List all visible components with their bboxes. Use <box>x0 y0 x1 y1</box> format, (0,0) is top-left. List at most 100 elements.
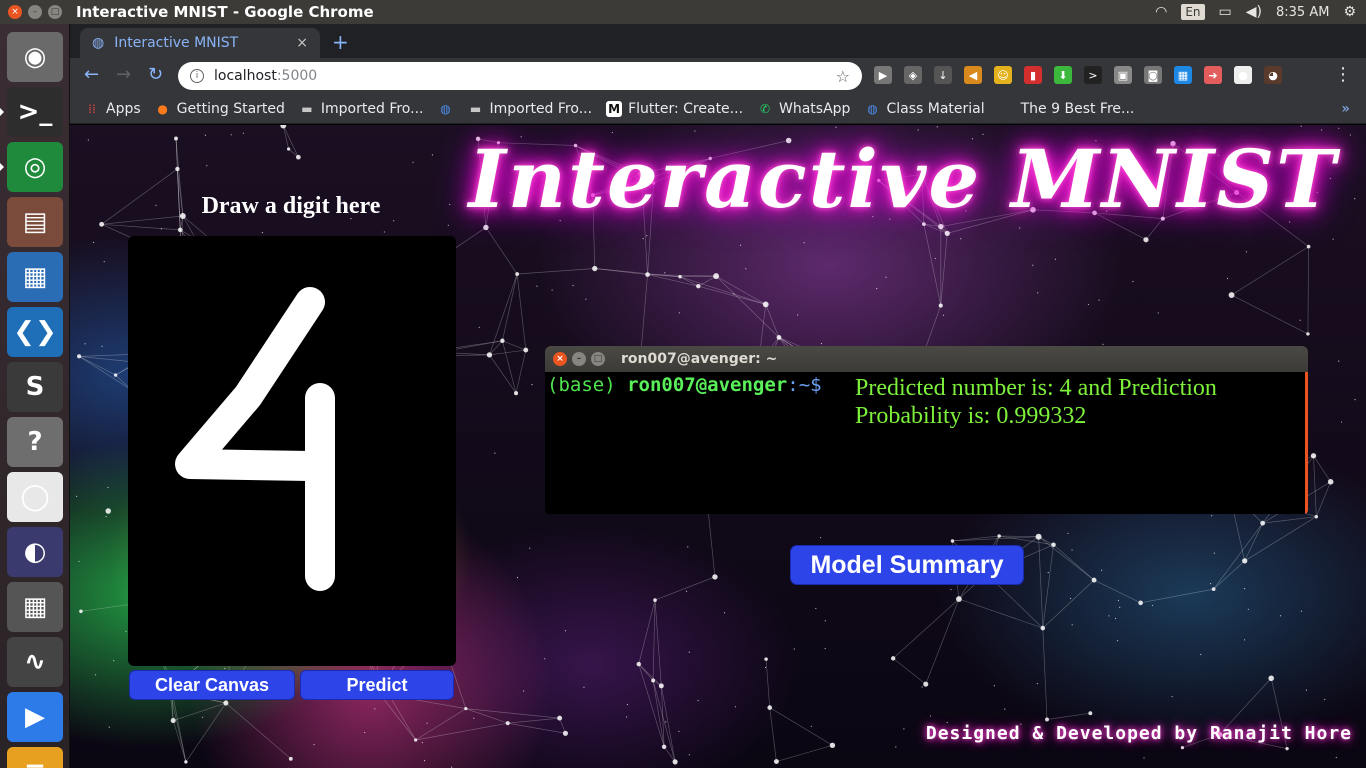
face-ext-icon[interactable]: ☺ <box>994 66 1012 84</box>
site-icon <box>999 101 1015 117</box>
launcher-chrome-icon[interactable]: ◎ <box>7 142 63 192</box>
launcher-app-circle-icon[interactable]: ◯ <box>7 472 63 522</box>
tab-close-icon[interactable]: × <box>296 35 308 51</box>
bookmark-item[interactable]: The 9 Best Fre... <box>999 101 1135 117</box>
globe-icon: ◍ <box>867 101 878 116</box>
clear-canvas-button[interactable]: Clear Canvas <box>129 670 295 700</box>
launcher-files-icon[interactable]: ▤ <box>7 197 63 247</box>
ubuntu-launcher: ◉>_◎▤▦❮❯S?◯◐▦∿▶≡ <box>0 24 70 768</box>
folder-icon: ▬ <box>469 101 482 116</box>
cast-ext-icon[interactable]: ➜ <box>1204 66 1222 84</box>
keyboard-language-indicator[interactable]: En <box>1181 4 1205 20</box>
play-ext-icon[interactable]: ▶ <box>874 66 892 84</box>
whatsapp-icon: ✆ <box>759 101 771 116</box>
bookmark-item[interactable]: ▬ Imported Fro... <box>467 101 592 117</box>
chrome-menu-icon[interactable]: ⋮ <box>1334 64 1352 85</box>
terminal-title: ron007@avenger: ~ <box>621 351 778 367</box>
launcher-writer-icon[interactable]: ▦ <box>7 252 63 302</box>
back-button[interactable]: ← <box>84 64 99 85</box>
prediction-output: Predicted number is: 4 and Prediction Pr… <box>855 375 1217 429</box>
prompt-env: (base) <box>547 374 616 396</box>
page-content: Interactive MNIST Draw a digit here Clea… <box>70 125 1366 768</box>
model-summary-button[interactable]: Model Summary <box>790 545 1024 585</box>
bookmark-item[interactable]: ● Getting Started <box>155 101 285 117</box>
window-maximize-button[interactable]: □ <box>48 5 62 19</box>
browser-tab-strip: ◍ Interactive MNIST × + <box>70 24 1366 58</box>
wifi-icon[interactable]: ◠ <box>1155 4 1167 20</box>
drawing-canvas[interactable] <box>128 236 456 666</box>
bookmark-item[interactable]: ◍ <box>437 101 453 117</box>
medium-icon: M <box>606 100 623 117</box>
launcher-monitor-icon[interactable]: ∿ <box>7 637 63 687</box>
globe-icon: ◍ <box>92 35 105 51</box>
launcher-vscode-icon[interactable]: ❮❯ <box>7 307 63 357</box>
credit-text: Designed & Developed by Ranajit Hore <box>925 723 1352 744</box>
bookmark-star-icon[interactable]: ☆ <box>836 67 850 86</box>
tab-interactive-mnist[interactable]: ◍ Interactive MNIST × <box>80 28 320 58</box>
new-tab-button[interactable]: + <box>332 30 349 54</box>
battery-icon[interactable]: ▭ <box>1219 4 1232 20</box>
camera-ext-icon[interactable]: ◙ <box>1144 66 1162 84</box>
extensions-bar: ▶ ◈ ↓ ◀ ☺ ▮ ⬇ > ▣ ◙ ▦ ➜ ● ◕ <box>874 66 1282 84</box>
terminal-prompt: (base) ron007@avenger:~$ <box>547 374 822 396</box>
bookmark-label: Flutter: Create... <box>628 100 744 117</box>
launcher-eclipse-icon[interactable]: ◐ <box>7 527 63 577</box>
window-close-button[interactable]: × <box>8 5 22 19</box>
bookmark-label: Apps <box>106 100 141 117</box>
reload-button[interactable]: ↻ <box>148 64 163 85</box>
address-bar[interactable]: i localhost:5000 ☆ <box>178 62 862 90</box>
volume-icon[interactable]: ◀) <box>1246 4 1262 20</box>
launcher-help-icon[interactable]: ? <box>7 417 63 467</box>
site-info-icon[interactable]: i <box>190 69 204 83</box>
firefox-icon: ● <box>157 101 168 116</box>
apps-grid-icon: ⁞⁞ <box>88 101 96 116</box>
green-arrow-ext-icon[interactable]: ⬇ <box>1054 66 1072 84</box>
window-minimize-button[interactable]: – <box>28 5 42 19</box>
terminal-maximize-button[interactable]: □ <box>591 352 605 366</box>
terminal-window: × – □ ron007@avenger: ~ (base) ron007@av… <box>545 346 1308 514</box>
page-title: Interactive MNIST <box>468 132 1338 226</box>
browser-toolbar: ← → ↻ i localhost:5000 ☆ ▶ ◈ ↓ ◀ ☺ ▮ ⬇ > ▣ ◙ ▦ ➜ ● ◕ … <box>70 58 1366 94</box>
launcher-sublime-icon[interactable]: S <box>7 362 63 412</box>
running-indicator <box>0 163 4 171</box>
terminal-close-button[interactable]: × <box>553 352 567 366</box>
image-ext-icon[interactable]: ▣ <box>1114 66 1132 84</box>
terminal-body[interactable]: (base) ron007@avenger:~$ Predicted numbe… <box>545 372 1308 514</box>
launcher-calculator-icon[interactable]: ▦ <box>7 582 63 632</box>
bookmark-item[interactable]: ✆ WhatsApp <box>757 101 850 117</box>
window-title: Interactive MNIST - Google Chrome <box>76 3 374 21</box>
terminal-titlebar[interactable]: × – □ ron007@avenger: ~ <box>545 346 1308 372</box>
terminal-ext-icon[interactable]: > <box>1084 66 1102 84</box>
launcher-terminal-icon[interactable]: >_ <box>7 87 63 137</box>
prompt-path: :~$ <box>787 374 822 396</box>
forward-button[interactable]: → <box>116 64 131 85</box>
bookmark-item[interactable]: M Flutter: Create... <box>606 100 744 117</box>
bookmark-item[interactable]: ▬ Imported Fro... <box>299 101 423 117</box>
grid-ext-icon[interactable]: ▦ <box>1174 66 1192 84</box>
launcher-stack-icon[interactable]: ≡ <box>7 747 63 768</box>
prompt-user: ron007@avenger <box>627 374 788 396</box>
bookmark-label: Getting Started <box>176 100 285 117</box>
launcher-zoom-icon[interactable]: ▶ <box>7 692 63 742</box>
globe-icon: ◍ <box>440 101 451 116</box>
launcher-ubuntu-dash-icon[interactable]: ◉ <box>7 32 63 82</box>
speaker-ext-icon[interactable]: ◀ <box>964 66 982 84</box>
bookmark-label: Class Material <box>886 100 985 117</box>
bookmark-item[interactable]: ⁞⁞ Apps <box>84 100 141 117</box>
profile-avatar[interactable]: ◕ <box>1264 66 1282 84</box>
gear-icon[interactable]: ⚙ <box>1343 4 1356 20</box>
red-ext-icon[interactable]: ▮ <box>1024 66 1042 84</box>
url-host: localhost <box>214 68 277 84</box>
bookmarks-overflow-icon[interactable]: » <box>1341 101 1350 117</box>
folder-icon: ▬ <box>301 101 313 116</box>
terminal-minimize-button[interactable]: – <box>572 352 586 366</box>
bookmark-item[interactable]: ◍ Class Material <box>864 101 984 117</box>
url-port: :5000 <box>276 68 318 84</box>
bookmark-label: The 9 Best Fre... <box>1020 100 1135 117</box>
flag-ext-icon[interactable]: ● <box>1234 66 1252 84</box>
bookmark-label: Imported Fro... <box>489 100 593 117</box>
predict-button[interactable]: Predict <box>300 670 454 700</box>
download-ext-icon[interactable]: ↓ <box>934 66 952 84</box>
clock[interactable]: 8:35 AM <box>1276 5 1329 20</box>
shield-ext-icon[interactable]: ◈ <box>904 66 922 84</box>
